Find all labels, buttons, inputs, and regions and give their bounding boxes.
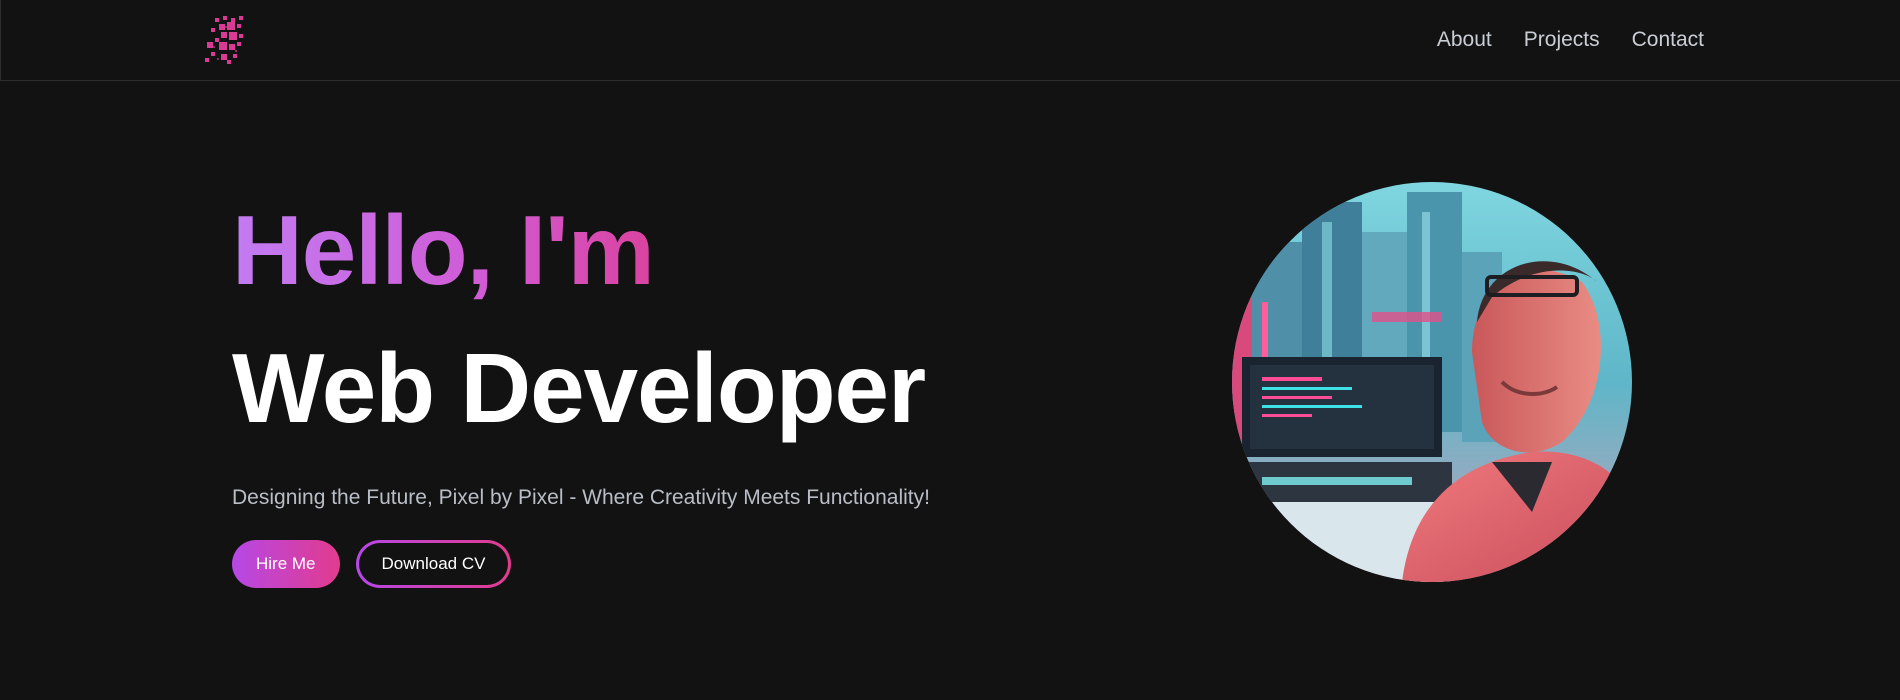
top-navbar: About Projects Contact xyxy=(0,0,1900,81)
profile-portrait xyxy=(1232,182,1632,582)
hire-me-button[interactable]: Hire Me xyxy=(232,540,340,588)
nav-links: About Projects Contact xyxy=(1437,24,1704,56)
nav-link-contact[interactable]: Contact xyxy=(1632,24,1704,56)
hero-section: Hello, I'm Web Developer Designing the F… xyxy=(232,190,930,588)
hero-buttons: Hire Me Download CV xyxy=(232,540,930,588)
download-cv-button[interactable]: Download CV xyxy=(356,540,512,588)
hero-greeting: Hello, I'm xyxy=(232,190,930,310)
nav-link-projects[interactable]: Projects xyxy=(1524,24,1600,56)
pixel-logo-icon[interactable] xyxy=(201,14,249,64)
nav-link-about[interactable]: About xyxy=(1437,24,1492,56)
hero-tagline: Designing the Future, Pixel by Pixel - W… xyxy=(232,486,930,509)
hero-role-title: Web Developer xyxy=(232,333,926,443)
